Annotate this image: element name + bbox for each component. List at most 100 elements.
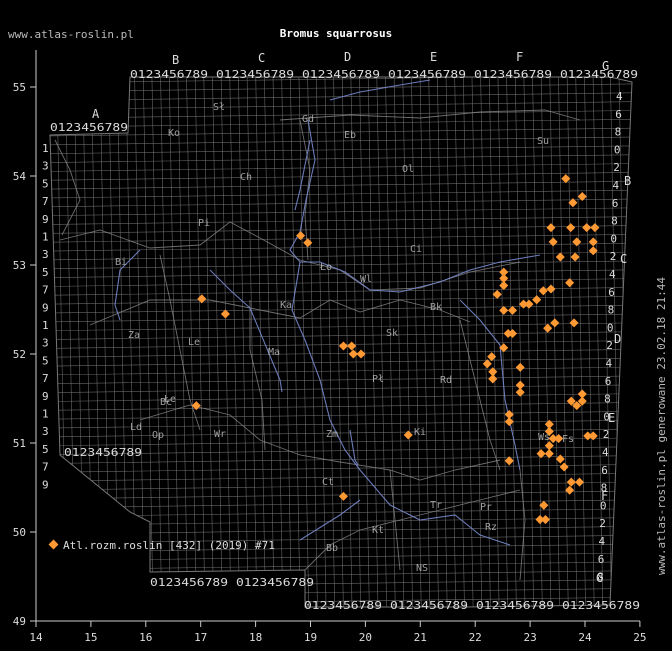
region-code: Ld [130,422,142,433]
grid-row-digit: 3 [42,425,49,438]
grid-row-label: B [624,174,631,188]
legend-label: Atl.rozm.roslin [432] (2019) #71 [63,539,275,552]
grid-row-digit: 2 [603,428,610,441]
region-code: Eb [344,130,356,141]
region-code: Bi [115,257,127,268]
x-tick-label: 23 [523,631,536,644]
region-code: Fs [562,434,574,445]
grid-row-digit: 9 [42,478,49,491]
grid-row-digit: 1 [42,142,49,155]
grid-row-digit: 5 [42,443,49,456]
grid-row-digit: 5 [42,354,49,367]
y-tick-label: 53 [13,259,26,272]
x-tick-label: 22 [469,631,482,644]
grid-row-digit: 0 [607,321,614,334]
y-tick-label: 55 [13,81,26,94]
generated-note: www.atlas-roslin.pl generowane 23.02.18 … [655,277,668,575]
x-tick-label: 18 [249,631,262,644]
grid-digit-row: 0123456789 [562,599,640,612]
grid-row-label: C [620,252,627,266]
grid-row-digit: 5 [42,177,49,190]
grid-digit-row: 0123456789 [474,68,552,81]
grid-digit-row: 0123456789 [304,599,382,612]
x-tick-label: 16 [139,631,152,644]
y-tick-label: 49 [13,615,26,628]
grid-row-digit: 6 [605,375,612,388]
grid-row-digit: 9 [42,213,49,226]
region-code: Tr [430,500,442,511]
distribution-map: AB C D E FG01234567890123456789 0123456789 012… [0,0,672,651]
y-tick-label: 50 [13,526,26,539]
region-code: Op [152,430,164,441]
x-tick-label: 21 [414,631,427,644]
grid-row-digit: 9 [42,390,49,403]
region-code: Pi [198,218,210,229]
grid-row-digit: 3 [42,248,49,261]
grid-column-label: B [172,53,179,67]
grid-row-label: D [614,332,621,346]
grid-row-digit: 4 [602,446,609,459]
grid-row-digit: 9 [42,301,49,314]
grid-row-digit: 0 [603,410,610,423]
region-code: Rz [485,522,497,533]
region-code: Su [537,136,549,147]
grid-digit-row: 0123456789 [130,68,208,81]
grid-digit-row: 0123456789 [150,576,228,589]
grid-row-digit: 3 [42,160,49,173]
region-code: Ct [322,477,334,488]
region-code: Rd [440,375,452,386]
grid-row-digit: 6 [612,197,619,210]
grid-digit-row: 0123456789 [302,68,380,81]
grid-digit-row: 0123456789 [390,599,468,612]
grid-row-digit: 8 [608,304,615,317]
x-tick-label: 20 [359,631,372,644]
region-code: Bk [430,302,442,313]
grid-row-digit: 7 [42,461,49,474]
grid-row-digit: 6 [598,553,605,566]
grid-row-digit: 7 [42,195,49,208]
grid-row-digit: 2 [599,517,606,530]
grid-row-digit: 2 [610,250,617,263]
grid-row-digit: 1 [42,319,49,332]
region-code: Wl [360,274,372,285]
grid-row-digit: 6 [601,464,608,477]
grid-row-digit: 7 [42,372,49,385]
grid-row-digit: 6 [608,286,615,299]
region-code: Ko [168,128,180,139]
grid-row-digit: 1 [42,231,49,244]
region-code: Sł [213,102,225,113]
region-code: Pł [372,374,384,385]
grid-row-digit: 0 [614,143,621,156]
x-tick-label: 24 [578,631,592,644]
region-code: Le [188,337,200,348]
region-code: Ch [240,172,252,183]
grid-row-digit: 6 [615,108,622,121]
region-code: Ka [280,300,292,311]
grid-digit-row: 0123456789 [64,446,142,459]
region-code: Ci [410,244,422,255]
grid-column-label: A [92,107,100,121]
region-code: Za [128,330,140,341]
grid-row-digit: 0 [610,232,617,245]
region-code: Wr [214,429,226,440]
grid-digit-row: 0123456789 [388,68,466,81]
grid-row-digit: 8 [611,215,618,228]
grid-row-digit: 4 [616,90,623,103]
grid-digit-row: 0123456789 [476,599,554,612]
map-title: Bromus squarrosus [280,27,393,40]
grid-row-digit: 4 [606,357,613,370]
grid-digit-row: 0123456789 [50,121,128,134]
grid-digit-row: 0123456789 [216,68,294,81]
grid-row-digit: 5 [42,266,49,279]
y-tick-label: 54 [13,170,27,183]
grid-row-digit: 8 [597,571,604,584]
region-code: Sk [386,328,398,339]
region-code: Gd [302,114,314,125]
grid-row-digit: 4 [609,268,616,281]
region-code: Kt [372,525,384,536]
site-url[interactable]: www.atlas-roslin.pl [8,28,134,41]
region-code: NS [416,563,428,574]
grid-column-label: E [430,50,437,64]
region-code: Ki [414,427,426,438]
x-tick-label: 17 [194,631,207,644]
